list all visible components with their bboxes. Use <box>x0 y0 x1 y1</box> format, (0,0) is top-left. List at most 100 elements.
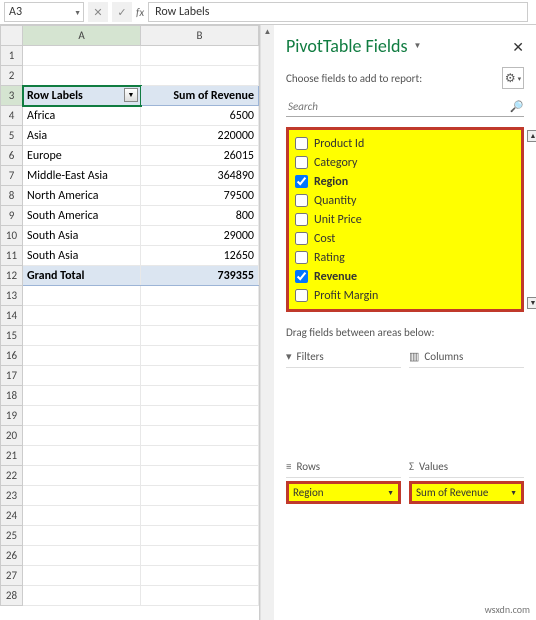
row-header[interactable]: 8 <box>1 186 23 206</box>
formula-input[interactable]: Row Labels <box>148 2 528 22</box>
col-header-b[interactable]: B <box>141 26 259 46</box>
name-box[interactable]: A3 ▼ <box>4 2 84 22</box>
row-header[interactable]: 3 <box>1 86 23 106</box>
cell[interactable] <box>23 506 141 526</box>
row-header[interactable]: 6 <box>1 146 23 166</box>
field-item[interactable]: Rating <box>295 248 517 267</box>
cell[interactable] <box>141 46 259 66</box>
cell[interactable]: 26015 <box>141 146 259 166</box>
select-all-corner[interactable] <box>1 26 23 46</box>
row-header[interactable]: 9 <box>1 206 23 226</box>
col-header-a[interactable]: A <box>23 26 141 46</box>
chevron-down-icon[interactable]: ▼ <box>74 8 81 17</box>
row-header[interactable]: 5 <box>1 126 23 146</box>
cell[interactable] <box>141 286 259 306</box>
search-field[interactable]: 🔍 <box>286 97 524 117</box>
cell[interactable] <box>23 346 141 366</box>
chevron-down-icon[interactable]: ▼ <box>414 41 422 51</box>
cell[interactable]: Africa <box>23 106 141 126</box>
cell[interactable] <box>141 306 259 326</box>
cell[interactable] <box>141 406 259 426</box>
chevron-down-icon[interactable]: ▼ <box>387 488 394 497</box>
field-checkbox[interactable] <box>295 289 308 302</box>
cell[interactable] <box>141 446 259 466</box>
accept-formula-button[interactable]: ✓ <box>112 2 132 22</box>
chevron-down-icon[interactable]: ▼ <box>510 488 517 497</box>
filters-dropzone[interactable] <box>286 367 401 447</box>
cell[interactable] <box>23 286 141 306</box>
cell[interactable]: Middle-East Asia <box>23 166 141 186</box>
cell[interactable]: 6500 <box>141 106 259 126</box>
row-header[interactable]: 15 <box>1 326 23 346</box>
cell[interactable]: Europe <box>23 146 141 166</box>
settings-button[interactable]: ⚙▾ <box>502 67 524 89</box>
row-header[interactable]: 18 <box>1 386 23 406</box>
row-header[interactable]: 11 <box>1 246 23 266</box>
cell[interactable] <box>141 66 259 86</box>
field-checkbox[interactable] <box>295 156 308 169</box>
field-item[interactable]: Profit Margin <box>295 286 517 305</box>
row-header[interactable]: 13 <box>1 286 23 306</box>
filters-area[interactable]: ▾Filters <box>286 347 401 447</box>
filter-dropdown-icon[interactable]: ▼ <box>124 88 138 102</box>
search-input[interactable] <box>286 99 510 114</box>
scroll-up-icon[interactable]: ▲ <box>261 25 274 39</box>
cell[interactable] <box>23 446 141 466</box>
cell[interactable]: Sum of Revenue <box>141 86 259 106</box>
cell[interactable] <box>141 426 259 446</box>
field-checkbox[interactable] <box>295 137 308 150</box>
cell[interactable]: South America <box>23 206 141 226</box>
field-checkbox[interactable] <box>295 232 308 245</box>
cell[interactable] <box>23 386 141 406</box>
field-checkbox[interactable] <box>295 251 308 264</box>
cancel-formula-button[interactable]: ✕ <box>88 2 108 22</box>
fx-icon[interactable]: fx <box>136 6 144 19</box>
cell[interactable]: Row Labels▼ <box>23 86 141 106</box>
cell[interactable]: 29000 <box>141 226 259 246</box>
cell[interactable]: 12650 <box>141 246 259 266</box>
columns-area[interactable]: ▥Columns <box>409 347 524 447</box>
row-header[interactable]: 21 <box>1 446 23 466</box>
field-item[interactable]: Product Id <box>295 134 517 153</box>
cell[interactable] <box>23 546 141 566</box>
row-header[interactable]: 16 <box>1 346 23 366</box>
cell[interactable]: 364890 <box>141 166 259 186</box>
cell[interactable] <box>141 566 259 586</box>
cell[interactable] <box>23 526 141 546</box>
row-header[interactable]: 17 <box>1 366 23 386</box>
field-item[interactable]: Category <box>295 153 517 172</box>
row-header[interactable]: 7 <box>1 166 23 186</box>
field-checkbox[interactable] <box>295 213 308 226</box>
values-area[interactable]: ΣValues Sum of Revenue ▼ <box>409 457 524 509</box>
cell[interactable]: 79500 <box>141 186 259 206</box>
row-header[interactable]: 12 <box>1 266 23 286</box>
field-checkbox[interactable] <box>295 194 308 207</box>
cell[interactable] <box>141 506 259 526</box>
cell[interactable] <box>141 466 259 486</box>
row-header[interactable]: 25 <box>1 526 23 546</box>
columns-dropzone[interactable] <box>409 367 524 447</box>
row-header[interactable]: 22 <box>1 466 23 486</box>
row-header[interactable]: 20 <box>1 426 23 446</box>
cell[interactable]: South Asia <box>23 226 141 246</box>
cell[interactable] <box>141 346 259 366</box>
cell[interactable] <box>141 586 259 606</box>
worksheet-grid[interactable]: A B 123Row Labels▼Sum of Revenue4Africa6… <box>0 25 260 620</box>
cell[interactable] <box>23 326 141 346</box>
row-header[interactable]: 24 <box>1 506 23 526</box>
field-checkbox[interactable] <box>295 175 308 188</box>
vertical-scrollbar[interactable]: ▲ <box>260 25 274 620</box>
close-icon[interactable]: ✕ <box>512 39 524 56</box>
row-header[interactable]: 28 <box>1 586 23 606</box>
cell[interactable] <box>141 546 259 566</box>
field-item[interactable]: Cost <box>295 229 517 248</box>
row-field-chip[interactable]: Region ▼ <box>286 481 401 504</box>
row-header[interactable]: 26 <box>1 546 23 566</box>
rows-area[interactable]: ≡Rows Region ▼ <box>286 457 401 509</box>
cell[interactable] <box>141 526 259 546</box>
cell[interactable]: South Asia <box>23 246 141 266</box>
cell[interactable] <box>23 486 141 506</box>
cell[interactable] <box>141 486 259 506</box>
cell[interactable] <box>141 326 259 346</box>
fields-scrollbar[interactable]: ▲ ▼ <box>527 130 536 309</box>
